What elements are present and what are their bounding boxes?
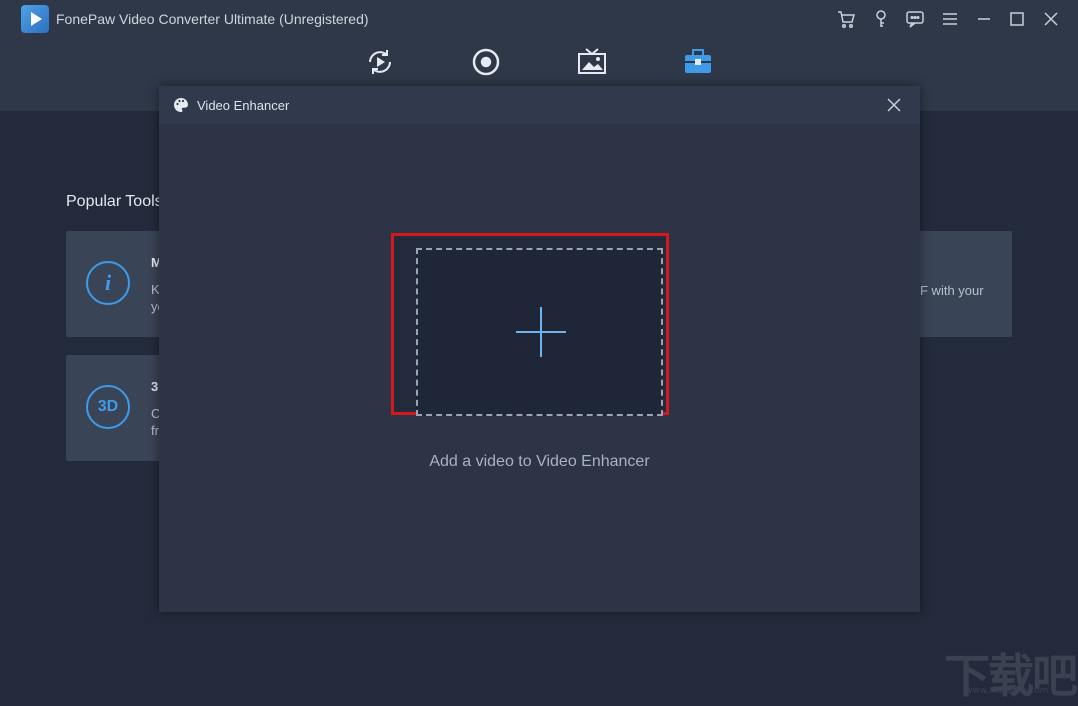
card-title: 3 xyxy=(151,379,159,394)
dialog-header: Video Enhancer xyxy=(159,86,920,124)
menu-icon[interactable] xyxy=(940,9,960,29)
dialog-close-icon[interactable] xyxy=(885,96,903,114)
video-enhancer-dialog: Video Enhancer Add a video to Video Enha… xyxy=(159,86,920,612)
3d-icon: 3D xyxy=(86,385,130,429)
info-icon: i xyxy=(86,261,130,305)
cart-icon[interactable] xyxy=(836,9,856,29)
close-icon[interactable] xyxy=(1041,9,1061,29)
app-logo xyxy=(21,5,49,33)
section-title: Popular Tools xyxy=(66,193,163,210)
plus-icon xyxy=(516,307,566,357)
tab-toolbox[interactable] xyxy=(682,46,714,78)
maximize-icon[interactable] xyxy=(1007,9,1027,29)
add-video-prompt: Add a video to Video Enhancer xyxy=(429,453,650,470)
app-title: FonePaw Video Converter Ultimate (Unregi… xyxy=(56,11,369,27)
highlight-frame xyxy=(391,233,669,416)
tab-converter[interactable] xyxy=(364,46,396,78)
card-desc: fr xyxy=(151,423,159,438)
dialog-title: Video Enhancer xyxy=(197,98,290,113)
feedback-icon[interactable] xyxy=(905,9,925,29)
tab-mv[interactable] xyxy=(576,46,608,78)
tab-dvd-ripper[interactable] xyxy=(470,46,502,78)
watermark-url: www.xiazaiba.com xyxy=(965,686,1049,696)
minimize-icon[interactable] xyxy=(974,9,994,29)
card-desc: F with your xyxy=(920,283,984,298)
palette-icon xyxy=(173,97,189,113)
tool-card-gif-maker[interactable]: F with your xyxy=(908,231,1012,337)
key-icon[interactable] xyxy=(871,9,891,29)
add-video-dropzone[interactable] xyxy=(416,248,663,416)
